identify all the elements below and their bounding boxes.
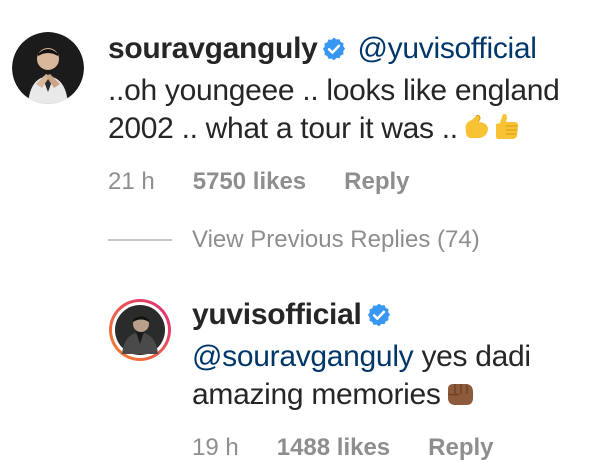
comment-meta: 19 h 1488 likes Reply (192, 434, 592, 462)
comment-meta: 21 h 5750 likes Reply (108, 168, 578, 196)
timestamp: 19 h (192, 434, 239, 461)
avatar-image (12, 32, 84, 104)
verified-badge-icon (321, 34, 347, 72)
avatar-souravganguly[interactable] (12, 32, 84, 104)
flexed-biceps-thumbs-up-icon (462, 110, 522, 152)
likes-count[interactable]: 1488 likes (277, 434, 390, 462)
view-previous-label[interactable]: View Previous Replies (74) (192, 226, 480, 254)
username[interactable]: souravganguly (108, 32, 318, 65)
reply-button[interactable]: Reply (344, 168, 409, 196)
view-previous-replies[interactable]: View Previous Replies (74) (108, 226, 480, 254)
verified-badge-icon (366, 300, 392, 338)
comment-text-block: yuvisofficial @souravganguly yes dadi am… (192, 296, 592, 418)
avatar-yuvisofficial[interactable] (108, 298, 172, 362)
reply-button[interactable]: Reply (428, 434, 493, 462)
comment-souravganguly: souravganguly @yuvisofficial ..oh younge… (12, 30, 578, 196)
divider-line (108, 239, 172, 241)
fist-bump-icon (445, 380, 475, 418)
likes-count[interactable]: 5750 likes (193, 168, 306, 196)
mention-link[interactable]: @souravganguly (192, 340, 414, 373)
comment-text-block: souravganguly @yuvisofficial ..oh younge… (108, 30, 578, 152)
mention-link[interactable]: @yuvisofficial (358, 32, 537, 65)
avatar-image (109, 299, 171, 361)
comment-yuvisofficial: yuvisofficial @souravganguly yes dadi am… (108, 296, 592, 462)
timestamp: 21 h (108, 168, 155, 195)
username[interactable]: yuvisofficial (192, 298, 362, 331)
